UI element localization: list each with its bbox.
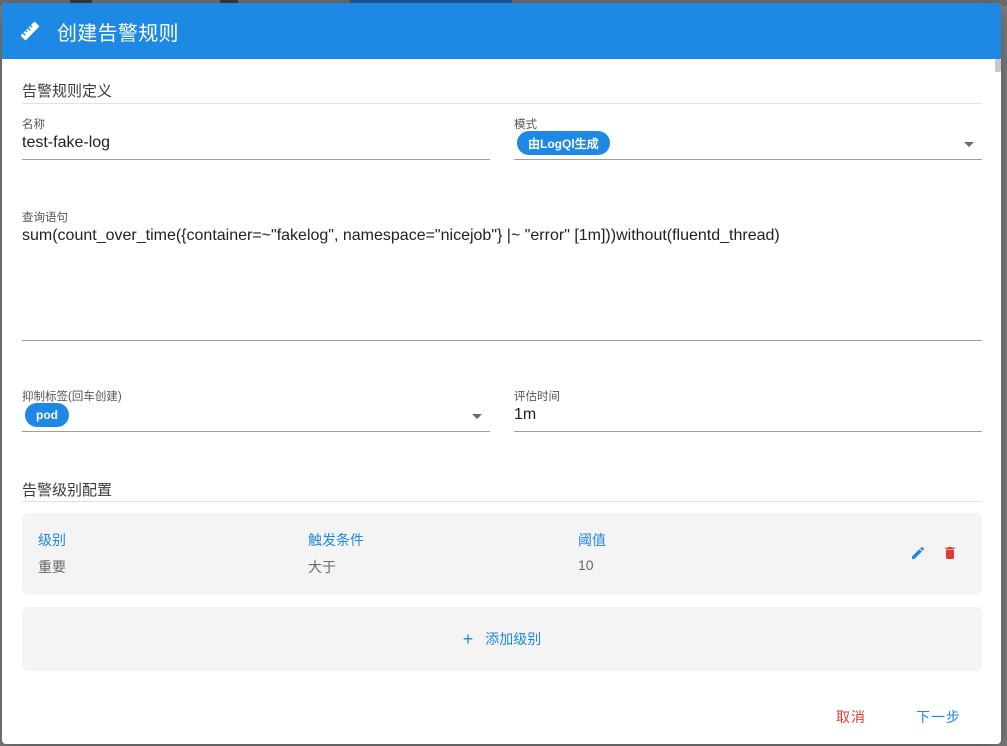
field-underline	[22, 159, 490, 160]
name-label: 名称	[22, 119, 45, 131]
caret-down-icon[interactable]	[964, 142, 974, 147]
level-config-title: 告警级别配置	[22, 482, 113, 499]
mode-label: 模式	[514, 119, 537, 131]
threshold-column-header: 阈值	[578, 532, 606, 548]
caret-down-icon[interactable]	[472, 414, 482, 419]
inhibit-labels-select[interactable]: 抑制标签(回车创建) pod	[22, 388, 490, 432]
field-underline	[22, 431, 490, 432]
field-underline	[22, 340, 982, 341]
query-label: 查询语句	[22, 212, 68, 224]
eval-time-label: 评估时间	[514, 391, 560, 403]
dialog-header: 创建告警规则	[2, 3, 1001, 59]
query-field[interactable]: 查询语句 sum(count_over_time({container=~"fa…	[22, 209, 982, 341]
cancel-button[interactable]: 取消	[836, 707, 866, 727]
eval-time-field[interactable]: 评估时间 1m	[514, 388, 982, 432]
next-button[interactable]: 下一步	[916, 707, 961, 727]
name-input[interactable]: test-fake-log	[22, 134, 110, 152]
add-level-label: 添加级别	[485, 631, 542, 647]
mode-select[interactable]: 模式 由LogQl生成	[514, 116, 982, 160]
name-field[interactable]: 名称 test-fake-log	[22, 116, 490, 160]
inhibit-label-chip[interactable]: pod	[25, 403, 69, 427]
ruler-icon	[19, 20, 41, 42]
plus-icon: +	[462, 629, 474, 649]
query-textarea[interactable]: sum(count_over_time({container=~"fakelog…	[22, 227, 780, 245]
mode-chip: 由LogQl生成	[517, 131, 610, 155]
level-row-card: 级别 触发条件 阈值 重要 大于 10	[22, 513, 982, 595]
eval-time-input[interactable]: 1m	[514, 406, 536, 424]
divider	[22, 103, 982, 104]
create-alert-rule-dialog: 创建告警规则 告警规则定义 名称 test-fake-log 模式 由LogQl…	[2, 3, 1001, 744]
threshold-value: 10	[578, 557, 594, 573]
field-underline	[514, 159, 982, 160]
level-value: 重要	[38, 559, 66, 575]
pencil-icon[interactable]	[910, 545, 926, 561]
field-underline	[514, 431, 982, 432]
condition-value: 大于	[308, 559, 336, 575]
scrollbar[interactable]	[995, 59, 1001, 72]
add-level-button[interactable]: + 添加级别	[22, 607, 982, 671]
rule-definition-title: 告警规则定义	[22, 83, 113, 100]
trash-icon[interactable]	[942, 545, 958, 561]
dialog-title: 创建告警规则	[57, 22, 179, 45]
divider	[22, 501, 982, 502]
condition-column-header: 触发条件	[308, 532, 364, 548]
level-column-header: 级别	[38, 532, 66, 548]
inhibit-labels-label: 抑制标签(回车创建)	[22, 391, 122, 403]
